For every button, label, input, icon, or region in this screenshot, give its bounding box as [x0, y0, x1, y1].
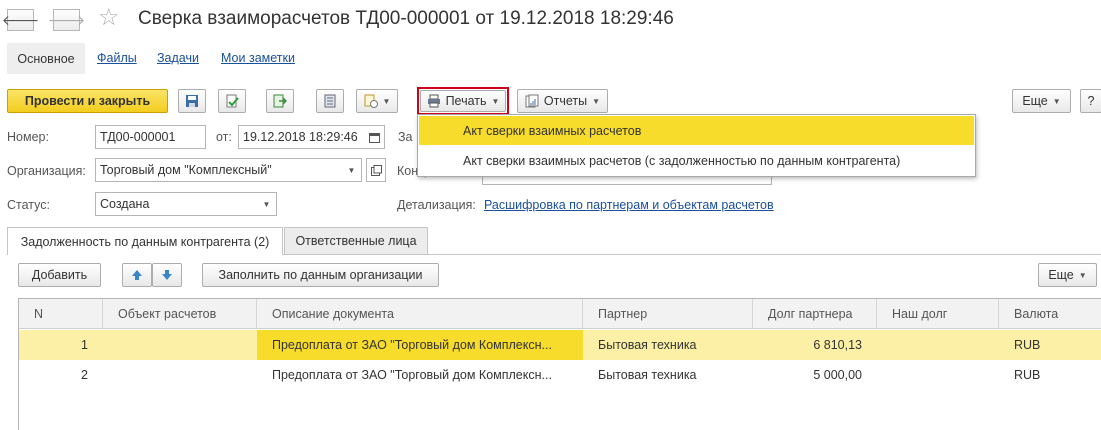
print-button[interactable]: Печать ▼ — [420, 90, 506, 112]
organization-dropdown-button[interactable]: ▼ — [342, 158, 362, 182]
tab-tasks[interactable]: Задачи — [157, 51, 199, 65]
more-label: Еще — [1022, 94, 1048, 108]
post-document-icon — [226, 94, 239, 108]
print-label: Печать — [445, 94, 487, 108]
save-icon — [186, 95, 198, 107]
column-header-settlement-object[interactable]: Объект расчетов — [103, 299, 257, 329]
fill-by-organization-button[interactable]: Заполнить по данным организации — [202, 263, 439, 287]
cell-currency[interactable]: RUB — [999, 360, 1101, 390]
reports-icon — [525, 94, 539, 108]
print-menu-item-reconciliation-act[interactable]: Акт сверки взаимных расчетов — [419, 116, 974, 145]
back-button[interactable]: 🡐 — [2, 9, 39, 31]
column-header-n[interactable]: N — [19, 299, 103, 329]
status-dropdown-button[interactable]: ▼ — [257, 192, 277, 216]
print-menu-item-reconciliation-act-with-debt[interactable]: Акт сверки взаимных расчетов (с задолжен… — [419, 146, 974, 175]
print-menu: Акт сверки взаимных расчетов Акт сверки … — [417, 114, 976, 177]
detail-link[interactable]: Расшифровка по партнерам и объектам расч… — [484, 198, 774, 212]
journal-button[interactable] — [316, 89, 344, 113]
cell-partner[interactable]: Бытовая техника — [583, 330, 753, 360]
table-more-label: Еще — [1048, 268, 1074, 282]
forward-button[interactable]: 🡒 — [48, 9, 85, 31]
save-button[interactable] — [178, 89, 206, 113]
reports-label: Отчеты — [543, 94, 588, 108]
table-row[interactable]: 1 Предоплата от ЗАО "Торговый дом Компле… — [19, 330, 1101, 360]
chevron-down-icon: ▼ — [592, 96, 601, 106]
period-label: За — [398, 130, 413, 144]
tab-files[interactable]: Файлы — [97, 51, 137, 65]
move-up-button[interactable] — [122, 263, 152, 287]
column-header-partner-debt[interactable]: Долг партнера — [753, 299, 877, 329]
cell-partner-debt[interactable]: 5 000,00 — [753, 360, 877, 390]
status-field[interactable]: Создана — [95, 192, 258, 216]
post-and-close-button[interactable]: Провести и закрыть — [7, 89, 168, 113]
more-button[interactable]: Еще ▼ — [1012, 89, 1071, 113]
calendar-button[interactable] — [365, 125, 385, 149]
tab-main[interactable]: Основное — [7, 43, 85, 74]
chevron-down-icon: ▼ — [1078, 270, 1087, 280]
organization-label: Организация: — [7, 164, 86, 178]
unpost-button[interactable] — [266, 89, 294, 113]
cell-document-description[interactable]: Предоплата от ЗАО "Торговый дом Комплекс… — [257, 330, 583, 360]
ledger-icon — [324, 94, 336, 108]
chevron-down-icon: ▼ — [382, 96, 391, 106]
date-label: от: — [216, 130, 232, 144]
post-button[interactable] — [218, 89, 246, 113]
date-field[interactable]: 19.12.2018 18:29:46 — [238, 125, 366, 149]
cell-partner[interactable]: Бытовая техника — [583, 360, 753, 390]
cell-our-debt[interactable] — [877, 330, 999, 360]
open-form-icon — [370, 164, 382, 176]
add-row-button[interactable]: Добавить — [18, 263, 101, 287]
arrow-down-icon — [162, 270, 172, 280]
detail-label: Детализация: — [397, 198, 476, 212]
calendar-icon — [369, 132, 380, 143]
column-header-our-debt[interactable]: Наш долг — [877, 299, 999, 329]
cell-our-debt[interactable] — [877, 360, 999, 390]
cell-settlement-object[interactable] — [103, 360, 257, 390]
arrow-right-icon: 🡒 — [47, 11, 86, 28]
cell-partner-debt[interactable]: 6 810,13 — [753, 330, 877, 360]
document-arrow-icon — [273, 94, 287, 108]
page-title: Сверка взаиморасчетов ТД00-000001 от 19.… — [138, 8, 674, 29]
chevron-down-icon: ▼ — [262, 199, 271, 209]
column-header-currency[interactable]: Валюта — [999, 299, 1101, 329]
tab-counterparty-debt[interactable]: Задолженность по данным контрагента (2) — [7, 227, 283, 255]
favorite-star-icon[interactable]: ☆ — [98, 6, 120, 30]
move-down-button[interactable] — [152, 263, 182, 287]
number-label: Номер: — [7, 130, 49, 144]
arrow-left-icon: 🡐 — [1, 11, 40, 28]
cell-currency[interactable]: RUB — [999, 330, 1101, 360]
table-header: N Объект расчетов Описание документа Пар… — [19, 299, 1101, 329]
create-based-on-button[interactable]: ▼ — [356, 89, 398, 113]
number-field[interactable]: ТД00-000001 — [95, 125, 206, 149]
create-based-icon — [364, 94, 378, 108]
column-header-partner[interactable]: Партнер — [583, 299, 753, 329]
printer-icon — [427, 94, 440, 108]
chevron-down-icon: ▼ — [1052, 96, 1061, 106]
arrow-up-icon — [132, 270, 142, 280]
status-label: Статус: — [7, 198, 50, 212]
table-more-button[interactable]: Еще ▼ — [1038, 263, 1097, 287]
cell-n[interactable]: 1 — [19, 330, 103, 360]
tab-responsible-persons[interactable]: Ответственные лица — [284, 227, 428, 254]
column-header-document-description[interactable]: Описание документа — [257, 299, 583, 329]
debt-table: N Объект расчетов Описание документа Пар… — [18, 298, 1101, 430]
tab-notes[interactable]: Мои заметки — [221, 51, 295, 65]
reports-button[interactable]: Отчеты ▼ — [517, 89, 608, 113]
counterparty-field[interactable] — [482, 176, 772, 185]
cell-n[interactable]: 2 — [19, 360, 103, 390]
cell-document-description[interactable]: Предоплата от ЗАО "Торговый дом Комплекс… — [257, 360, 583, 390]
organization-field[interactable]: Торговый дом "Комплексный" — [95, 158, 343, 182]
chevron-down-icon: ▼ — [347, 165, 356, 175]
chevron-down-icon: ▼ — [491, 96, 500, 106]
cell-settlement-object[interactable] — [103, 330, 257, 360]
help-button[interactable]: ? — [1080, 89, 1101, 113]
table-row[interactable]: 2 Предоплата от ЗАО "Торговый дом Компле… — [19, 360, 1101, 390]
organization-open-button[interactable] — [366, 158, 386, 182]
